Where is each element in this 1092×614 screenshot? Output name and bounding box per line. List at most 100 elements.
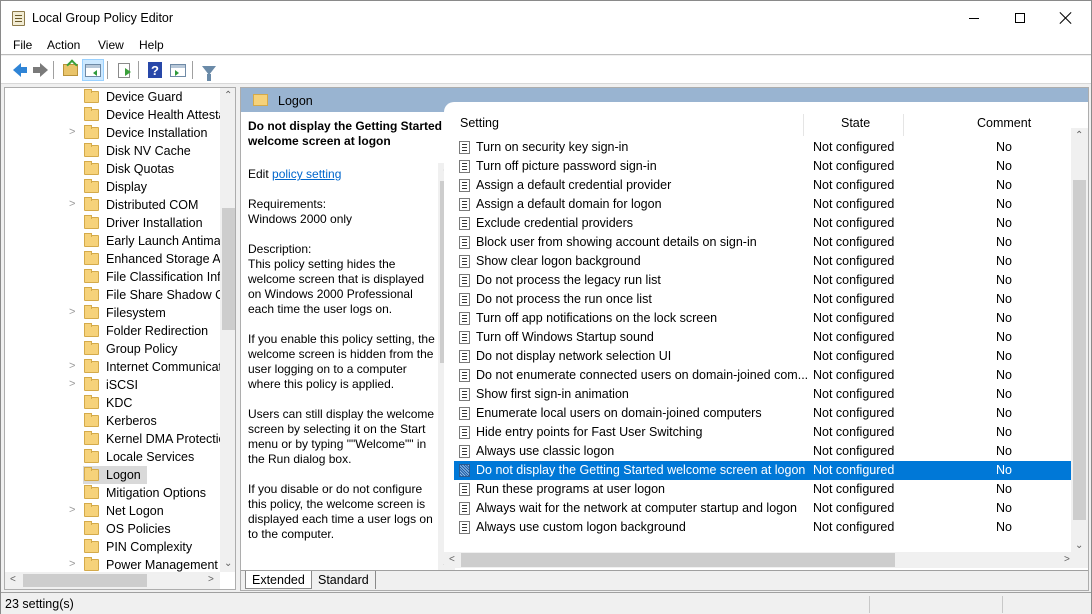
table-row[interactable]: Do not process the legacy run list Not co… <box>454 271 1078 290</box>
back-button[interactable] <box>6 59 28 81</box>
tree-item[interactable]: Kernel DMA Protectio <box>5 430 226 448</box>
column-header-comment[interactable]: Comment <box>977 116 1031 130</box>
tree-item[interactable]: PIN Complexity <box>5 538 220 556</box>
tree-item[interactable]: Driver Installation <box>5 214 220 232</box>
tree-item[interactable]: > Net Logon <box>5 502 220 520</box>
tree-item[interactable]: Early Launch Antimal <box>5 232 223 250</box>
scroll-up-icon[interactable]: ⌃ <box>224 90 232 101</box>
show-hide-console-tree-button[interactable] <box>82 59 104 81</box>
table-row[interactable]: Assign a default domain for logon Not con… <box>454 195 1078 214</box>
column-header-setting[interactable]: Setting <box>460 116 499 130</box>
tree-item[interactable]: Kerberos <box>5 412 220 430</box>
tree-item[interactable]: > Filesystem <box>5 304 220 322</box>
scroll-thumb[interactable] <box>1073 180 1086 520</box>
tree-item[interactable]: Folder Redirection <box>5 322 220 340</box>
forward-button[interactable] <box>29 59 51 81</box>
tree-item[interactable]: > iSCSI <box>5 376 220 394</box>
tree-item[interactable]: Device Health Attesta <box>5 106 226 124</box>
tree-item[interactable]: > Internet Communicat <box>5 358 222 376</box>
menu-file[interactable]: File <box>13 38 32 52</box>
filter-button[interactable] <box>198 59 220 81</box>
table-row[interactable]: Block user from showing account details … <box>454 233 1078 252</box>
table-row[interactable]: Always use classic logon Not configured No <box>454 442 1078 461</box>
expand-chevron-icon[interactable]: > <box>69 360 75 372</box>
scroll-thumb[interactable] <box>23 574 147 587</box>
status-bar: 23 setting(s) <box>1 592 1091 614</box>
tab-extended[interactable]: Extended <box>245 571 312 589</box>
help-button[interactable]: ? <box>144 59 166 81</box>
policy-setting-icon <box>459 407 470 420</box>
table-row[interactable]: Enumerate local users on domain-joined c… <box>454 404 1078 423</box>
table-row[interactable]: Always wait for the network at computer … <box>454 499 1078 518</box>
table-row[interactable]: Do not display network selection UI Not c… <box>454 347 1078 366</box>
table-row[interactable]: Do not enumerate connected users on doma… <box>454 366 1078 385</box>
scroll-up-icon[interactable]: ⌃ <box>1075 130 1083 141</box>
maximize-button[interactable] <box>997 1 1043 35</box>
tree-item[interactable]: KDC <box>5 394 220 412</box>
menu-help[interactable]: Help <box>139 38 164 52</box>
close-button[interactable] <box>1043 1 1089 35</box>
list-vertical-scrollbar[interactable]: ⌃ ⌄ <box>1071 128 1088 556</box>
setting-name: Always use classic logon <box>476 444 615 458</box>
expand-chevron-icon[interactable]: > <box>69 558 75 570</box>
list-horizontal-scrollbar[interactable]: < > <box>444 552 1088 568</box>
scroll-thumb[interactable] <box>222 208 235 330</box>
table-row[interactable]: Hide entry points for Fast User Switchin… <box>454 423 1078 442</box>
export-list-button[interactable] <box>113 59 135 81</box>
tree-item[interactable]: > Distributed COM <box>5 196 220 214</box>
table-row[interactable]: Run these programs at user logon Not conf… <box>454 480 1078 499</box>
table-row[interactable]: Turn off app notifications on the lock s… <box>454 309 1078 328</box>
folder-icon <box>84 107 99 121</box>
folder-icon <box>84 557 99 571</box>
tree-item[interactable]: Display <box>5 178 220 196</box>
tree-item[interactable]: OS Policies <box>5 520 220 538</box>
scroll-right-icon[interactable]: > <box>1064 554 1070 565</box>
tree-item[interactable]: Enhanced Storage Ac <box>5 250 227 268</box>
menu-action[interactable]: Action <box>47 38 80 52</box>
table-row[interactable]: Always use custom logon background Not co… <box>454 518 1078 537</box>
scroll-thumb[interactable] <box>461 553 895 567</box>
column-divider[interactable] <box>903 114 904 136</box>
scroll-left-icon[interactable]: < <box>10 574 16 585</box>
table-row[interactable]: Turn off Windows Startup sound Not config… <box>454 328 1078 347</box>
table-row[interactable]: Turn off picture password sign-in Not con… <box>454 157 1078 176</box>
up-one-level-button[interactable] <box>59 59 81 81</box>
policy-setting-icon <box>459 483 470 496</box>
tree-item[interactable]: Logon <box>5 466 220 484</box>
menu-view[interactable]: View <box>98 38 124 52</box>
table-row[interactable]: Show first sign-in animation Not configur… <box>454 385 1078 404</box>
tree-item[interactable]: Locale Services <box>5 448 220 466</box>
table-row[interactable]: Do not display the Getting Started welco… <box>454 461 1078 480</box>
scroll-down-icon[interactable]: ⌄ <box>224 558 232 569</box>
show-hide-action-pane-button[interactable] <box>167 59 189 81</box>
table-row[interactable]: Exclude credential providers Not configur… <box>454 214 1078 233</box>
scroll-down-icon[interactable]: ⌄ <box>1075 540 1083 551</box>
table-row[interactable]: Assign a default credential provider Not … <box>454 176 1078 195</box>
table-row[interactable]: Do not process the run once list Not conf… <box>454 290 1078 309</box>
tree-item[interactable]: Disk NV Cache <box>5 142 220 160</box>
tree-item[interactable]: Mitigation Options <box>5 484 220 502</box>
expand-chevron-icon[interactable]: > <box>69 504 75 516</box>
tree-item[interactable]: > Device Installation <box>5 124 220 142</box>
tree-horizontal-scrollbar[interactable]: < > <box>5 572 220 589</box>
table-row[interactable]: Turn on security key sign-in Not configur… <box>454 138 1078 157</box>
tree-vertical-scrollbar[interactable]: ⌃ ⌄ <box>220 88 235 572</box>
scroll-right-icon[interactable]: > <box>208 574 214 585</box>
scroll-left-icon[interactable]: < <box>449 554 455 565</box>
minimize-button[interactable] <box>951 1 997 35</box>
toolbar-separator <box>53 61 54 79</box>
edit-policy-setting-link[interactable]: policy setting <box>272 167 341 181</box>
table-row[interactable]: Show clear logon background Not configure… <box>454 252 1078 271</box>
tree-item[interactable]: Disk Quotas <box>5 160 220 178</box>
tab-standard[interactable]: Standard <box>311 571 376 589</box>
tree-item[interactable]: File Share Shadow Co <box>5 286 231 304</box>
expand-chevron-icon[interactable]: > <box>69 126 75 138</box>
expand-chevron-icon[interactable]: > <box>69 306 75 318</box>
tree-item[interactable]: File Classification Infr <box>5 268 225 286</box>
expand-chevron-icon[interactable]: > <box>69 198 75 210</box>
column-divider[interactable] <box>803 114 804 136</box>
expand-chevron-icon[interactable]: > <box>69 378 75 390</box>
column-header-state[interactable]: State <box>841 116 870 130</box>
tree-item[interactable]: Group Policy <box>5 340 220 358</box>
tree-item[interactable]: Device Guard <box>5 88 220 106</box>
